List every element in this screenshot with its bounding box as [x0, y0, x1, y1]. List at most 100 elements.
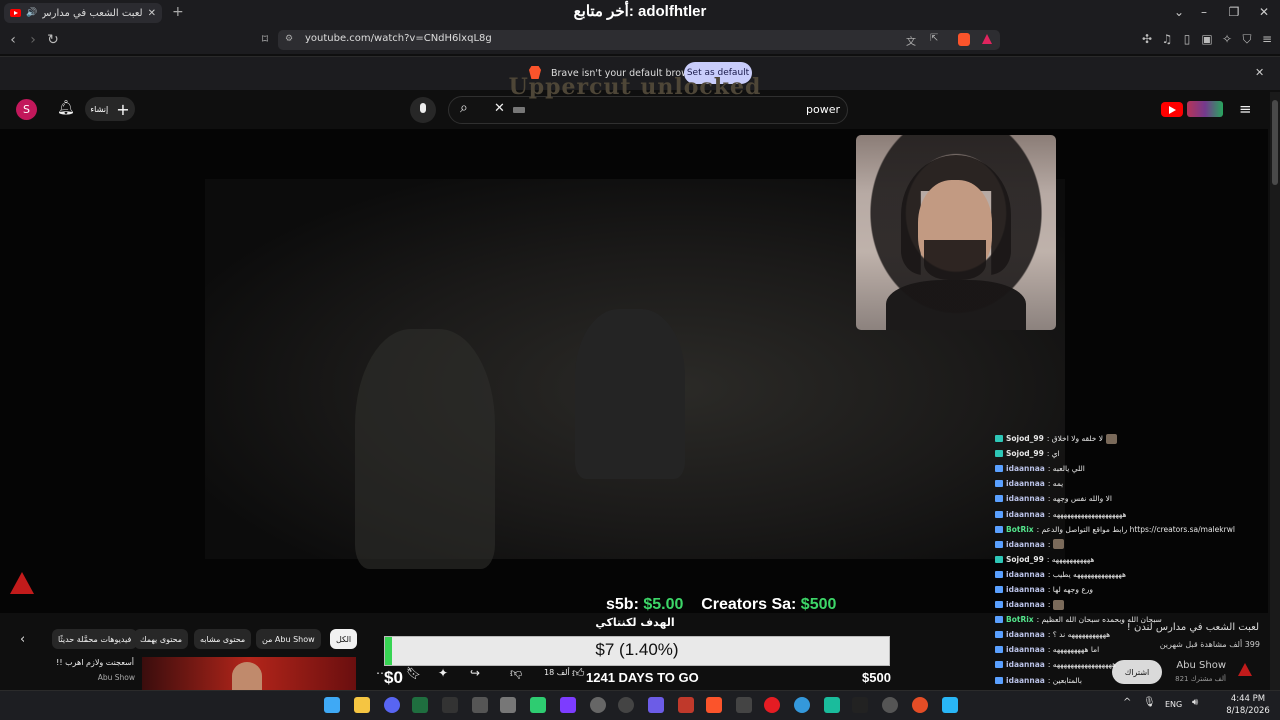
new-tab-icon[interactable]: + — [172, 4, 184, 20]
url-text[interactable]: youtube.com/watch?v=CNdH6lxqL8g — [305, 33, 492, 44]
media-icon[interactable]: ♫ — [1158, 32, 1176, 46]
save-icon[interactable]: 🔖︎ — [406, 666, 421, 680]
search-icon[interactable]: ⌕ — [460, 100, 468, 116]
app-icon[interactable] — [500, 697, 516, 713]
clear-search-icon[interactable]: ✕ — [494, 101, 505, 116]
maximize-icon[interactable]: ❐ — [1224, 5, 1244, 19]
speaker-icon[interactable]: 🔊 — [26, 8, 37, 18]
record-icon[interactable] — [764, 697, 780, 713]
chip-related[interactable]: محتوى مشابه — [194, 629, 252, 649]
epic-games-icon[interactable] — [442, 697, 458, 713]
app-icon[interactable] — [882, 697, 898, 713]
tray-chevron-icon[interactable]: ^ — [1123, 697, 1131, 708]
game-caption: Uppercut unlocked — [508, 74, 762, 100]
chip-recent[interactable]: فيديوهات محمَّلة حديثًا — [52, 629, 138, 649]
recommended-channel[interactable]: Abu Show — [12, 673, 135, 682]
window-title: أخر متابع: adolfhtler — [573, 3, 707, 20]
file-explorer-icon[interactable] — [354, 697, 370, 713]
site-info-icon[interactable]: ⚙ — [285, 34, 293, 44]
scrollbar-thumb[interactable] — [1272, 100, 1278, 185]
like-icon[interactable]: 👍︎ — [572, 666, 585, 681]
menu-icon[interactable]: ≡ — [1258, 32, 1276, 46]
minimize-icon[interactable]: – — [1194, 5, 1214, 19]
chat-text: : الا والله نفس وجهه — [1047, 494, 1112, 504]
remix-icon[interactable]: ✦ — [438, 666, 448, 680]
search-input[interactable]: power — [806, 103, 840, 116]
discord-icon[interactable] — [384, 697, 400, 713]
chat-message: BotRix: رابط مواقع التواصل والدعم https:… — [995, 522, 1265, 537]
chat-text: : ههههههههههههههه يطيب — [1047, 569, 1126, 579]
start-menu-icon[interactable] — [324, 697, 340, 713]
recommended-title[interactable]: أسعجنت ولازم اهرب !! — [12, 658, 134, 667]
app-icon[interactable] — [530, 697, 546, 713]
tab-search-icon[interactable]: ⌄ — [1169, 5, 1189, 19]
leo-ai-icon[interactable]: ✧ — [1218, 32, 1236, 46]
chip-from-channel[interactable]: من Abu Show — [256, 629, 321, 649]
window-close-icon[interactable]: ✕ — [1254, 5, 1274, 19]
chat-message: idaannaa: يمه — [995, 476, 1265, 491]
chips-scroll-left-icon[interactable]: ‹ — [20, 632, 25, 647]
create-button[interactable]: إنشاء + — [85, 97, 135, 121]
app-icon[interactable] — [648, 697, 664, 713]
share-icon[interactable]: ↪ — [470, 666, 480, 680]
open-external-icon[interactable]: ⇱ — [930, 33, 938, 44]
app-icon[interactable] — [618, 697, 634, 713]
extensions-icon[interactable]: ✣ — [1138, 32, 1156, 46]
tiktok-icon[interactable] — [852, 697, 868, 713]
notification-close-icon[interactable]: ✕ — [1255, 66, 1264, 79]
app-icon[interactable] — [794, 697, 810, 713]
microphone-tray-icon[interactable]: 🎙︎ — [1143, 697, 1156, 708]
more-actions-icon[interactable]: ⋯ — [376, 666, 388, 680]
chip-all[interactable]: الكل — [330, 629, 358, 649]
obs-icon[interactable] — [590, 697, 606, 713]
back-icon[interactable]: ‹ — [4, 32, 22, 48]
sidebar-icon[interactable]: ▯ — [1178, 32, 1196, 46]
hamburger-menu-icon[interactable]: ≡ — [1239, 100, 1252, 118]
chat-username: idaannaa — [1006, 464, 1045, 474]
brave-icon[interactable] — [706, 697, 722, 713]
app-icon[interactable] — [560, 697, 576, 713]
app-icon[interactable] — [942, 697, 958, 713]
chat-text: : اما هههههههههه — [1047, 645, 1100, 655]
app-icon[interactable] — [824, 697, 840, 713]
channel-name[interactable]: Abu Show — [1168, 660, 1226, 671]
tab-close-icon[interactable]: ✕ — [148, 8, 156, 19]
notifications-bell-icon[interactable]: 🔔︎ — [57, 100, 75, 116]
doodle-logo-icon[interactable] — [1187, 101, 1223, 117]
vpn-icon[interactable]: ⛉ — [1238, 32, 1256, 47]
channel-subscribers: 821 ألف مشترك — [1175, 675, 1226, 683]
taskbar-clock[interactable]: 4:44 PM 8/18/2026 — [1220, 693, 1276, 717]
chat-message: idaannaa: الا والله نفس وجهه — [995, 491, 1265, 506]
chat-message: Sojod_99: اي — [995, 446, 1265, 461]
reload-icon[interactable]: ↻ — [44, 32, 62, 48]
app-icon[interactable] — [472, 697, 488, 713]
browser-tab[interactable]: 🔊 لعبت الشعب في مدارس لندن ! ✕ — [4, 3, 162, 23]
avatar[interactable]: S — [16, 99, 37, 120]
game-character-right — [575, 309, 685, 479]
app-icon[interactable] — [678, 697, 694, 713]
voice-search-button[interactable] — [410, 97, 436, 123]
chat-badge-icon — [995, 510, 1003, 518]
create-label: إنشاء — [90, 104, 109, 114]
chat-badge-icon — [995, 585, 1003, 593]
app-icon[interactable] — [736, 697, 752, 713]
wallet-icon[interactable]: ▣ — [1198, 32, 1216, 46]
language-indicator[interactable]: ENG — [1165, 700, 1182, 709]
bookmark-icon[interactable]: ⌑ — [256, 32, 274, 46]
search-box[interactable] — [448, 96, 848, 124]
brave-shields-icon[interactable] — [958, 33, 970, 46]
translate-icon[interactable]: 文 — [906, 33, 916, 48]
video-views: 399 ألف مشاهدة قبل شهرين — [1159, 640, 1260, 649]
app-icon[interactable] — [412, 697, 428, 713]
chrome-icon[interactable] — [912, 697, 928, 713]
dislike-icon[interactable]: 👎︎ — [510, 666, 522, 681]
volume-icon[interactable]: 🔊︎ — [1192, 697, 1198, 708]
keyboard-icon[interactable] — [513, 107, 525, 113]
donor-amount: $500 — [800, 596, 837, 613]
forward-icon[interactable]: › — [24, 32, 42, 48]
game-character-left — [355, 329, 495, 569]
subscribe-button[interactable]: اشتراك — [1112, 660, 1162, 684]
goal-progress-text: $7 (1.40%) — [595, 640, 679, 659]
youtube-logo-icon[interactable] — [1161, 102, 1183, 117]
chip-for-you[interactable]: محتوى يهمك — [134, 629, 189, 649]
